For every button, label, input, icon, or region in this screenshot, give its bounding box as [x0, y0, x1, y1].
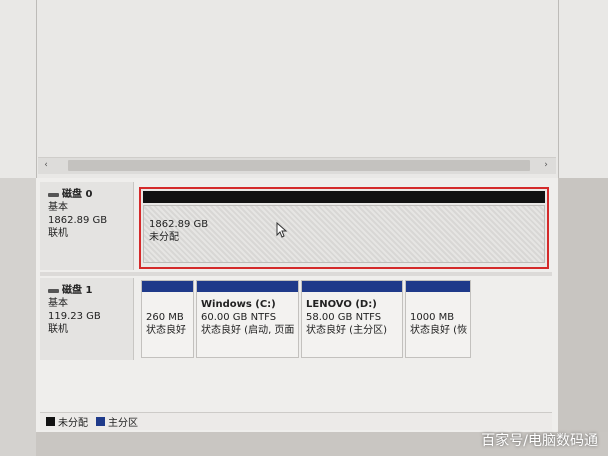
partition-title: LENOVO (D:)	[306, 299, 377, 310]
unallocated-header-bar	[143, 191, 545, 203]
disk-0-label[interactable]: 磁盘 0 基本 1862.89 GB 联机	[40, 182, 134, 270]
partition-state: 状态良好	[146, 325, 186, 336]
primary-partition-header	[197, 281, 298, 292]
partition-legend: 未分配 主分区	[40, 412, 552, 430]
screen-right-edge	[558, 178, 608, 432]
partition-state: 状态良好 (启动, 页面	[201, 325, 295, 336]
disk-0-name: 磁盘 0	[62, 189, 93, 200]
disk-0-status: 联机	[48, 228, 68, 239]
partition-title: Windows (C:)	[201, 299, 276, 310]
watermark-text: 百家号/电脑数码通	[481, 433, 598, 449]
partition-recovery[interactable]: 1000 MB 状态良好 (恢	[405, 280, 471, 358]
partition-state: 状态良好 (恢	[410, 325, 468, 336]
legend-label: 主分区	[108, 418, 138, 429]
primary-partition-header	[302, 281, 402, 292]
scrollbar-thumb[interactable]	[68, 160, 530, 171]
primary-partition-header	[142, 281, 193, 292]
legend-item-unallocated: 未分配	[46, 414, 88, 429]
partition-size: 1000 MB	[410, 312, 455, 323]
disk-1-size: 119.23 GB	[48, 311, 101, 322]
mouse-cursor-icon	[276, 222, 288, 238]
legend-swatch-unallocated	[46, 417, 55, 426]
unallocated-state: 未分配	[149, 232, 179, 243]
disk-1-name: 磁盘 1	[62, 285, 93, 296]
legend-swatch-primary	[96, 417, 105, 426]
legend-item-primary: 主分区	[96, 414, 138, 429]
disk-1-status: 联机	[48, 324, 68, 335]
partition-size: 58.00 GB NTFS	[306, 312, 382, 323]
disk-1-type: 基本	[48, 298, 68, 309]
partition-size: 260 MB	[146, 312, 184, 323]
disk-0-type: 基本	[48, 202, 68, 213]
screen-left-edge	[0, 178, 36, 456]
partition-state: 状态良好 (主分区)	[306, 325, 387, 336]
pane-right-border	[558, 0, 559, 178]
horizontal-scrollbar[interactable]: ‹ ›	[38, 157, 556, 174]
disk-row-separator	[40, 272, 552, 276]
primary-partition-header	[406, 281, 470, 292]
disk-icon	[48, 288, 59, 293]
pane-left-border	[36, 0, 37, 178]
partition-windows-c[interactable]: Windows (C:) 60.00 GB NTFS 状态良好 (启动, 页面	[196, 280, 299, 358]
disk-0-size: 1862.89 GB	[48, 215, 108, 226]
scroll-right-arrow-icon[interactable]: ›	[540, 159, 552, 172]
disk-0-unallocated-partition[interactable]: 1862.89 GB 未分配	[139, 187, 549, 269]
volume-list-pane	[0, 0, 608, 178]
partition-size: 60.00 GB NTFS	[201, 312, 277, 323]
legend-label: 未分配	[58, 418, 88, 429]
disk-icon	[48, 192, 59, 197]
disk-1-label[interactable]: 磁盘 1 基本 119.23 GB 联机	[40, 278, 134, 360]
unallocated-size: 1862.89 GB	[149, 219, 209, 230]
scroll-left-arrow-icon[interactable]: ‹	[40, 159, 52, 172]
partition-lenovo-d[interactable]: LENOVO (D:) 58.00 GB NTFS 状态良好 (主分区)	[301, 280, 403, 358]
partition-efi[interactable]: 260 MB 状态良好	[141, 280, 194, 358]
